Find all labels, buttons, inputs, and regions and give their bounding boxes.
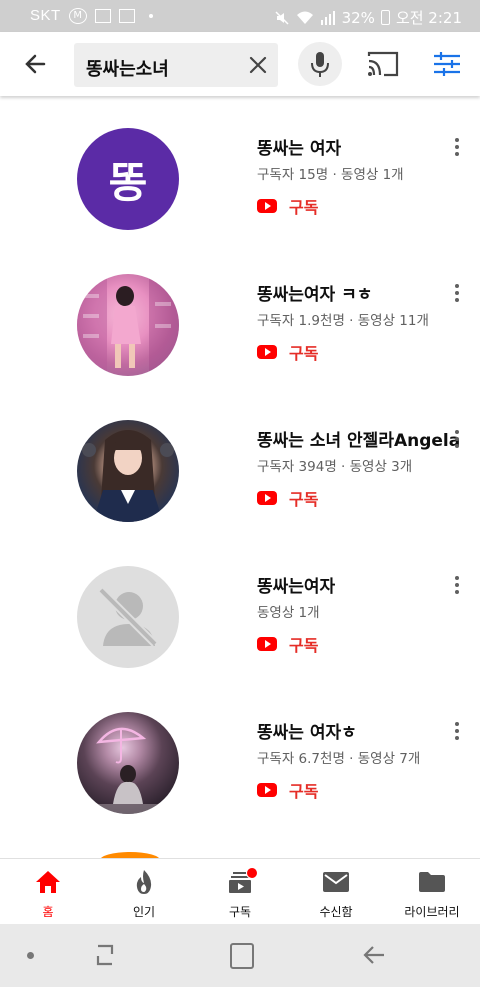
person-photo-image: [82, 430, 174, 522]
search-input[interactable]: 똥싸는소녀: [74, 43, 278, 87]
search-query: 똥싸는소녀: [86, 59, 169, 80]
new-content-badge: [246, 867, 258, 879]
signal-icon: [320, 10, 335, 25]
nav-inbox[interactable]: 수신함: [288, 869, 384, 920]
channel-title[interactable]: 똥싸는 소녀 안젤라Angela: [257, 426, 460, 451]
channel-avatar[interactable]: [77, 566, 179, 668]
youtube-logo-icon: [257, 783, 277, 797]
avatar-letter: 똥: [108, 157, 148, 207]
search-header: 똥싸는소녀: [0, 32, 480, 96]
subscribe-button[interactable]: 구독: [257, 340, 318, 364]
channel-result-item[interactable]: 똥싸는 소녀 안젤라Angela 구독자 394명 · 동영상 3개 구독: [0, 416, 480, 562]
nav-home-label: 홈: [42, 905, 54, 919]
subscribe-label: 구독: [289, 198, 319, 217]
nav-subscriptions-label: 구독: [228, 905, 252, 919]
channel-avatar[interactable]: [77, 712, 179, 814]
subscribe-label: 구독: [289, 636, 319, 655]
channel-meta: 동영상 1개: [257, 605, 320, 621]
recent-apps-icon: [96, 944, 114, 966]
recent-apps-button[interactable]: [92, 942, 118, 968]
person-photo-image: [77, 274, 179, 376]
home-icon: [36, 871, 60, 893]
subscribe-button[interactable]: 구독: [257, 632, 318, 656]
voice-search-button[interactable]: [298, 42, 342, 86]
back-arrow-icon: [363, 946, 384, 964]
channel-title[interactable]: 똥싸는 여자: [257, 134, 341, 159]
channel-result-item[interactable]: 똥싸는여자 동영상 1개 구독: [0, 562, 480, 708]
app-notification-icon: M: [68, 7, 87, 24]
nav-home[interactable]: 홈: [0, 869, 96, 920]
cast-icon: [367, 51, 399, 77]
arrow-left-icon: [25, 54, 46, 74]
clock: 오전 2:21: [395, 9, 462, 27]
subscribe-label: 구독: [289, 344, 319, 363]
clear-search-button[interactable]: [246, 53, 270, 77]
nav-subscriptions[interactable]: 구독: [192, 867, 288, 920]
search-filter-button[interactable]: [432, 50, 462, 78]
channel-meta: 구독자 394명 · 동영상 3개: [257, 459, 413, 475]
library-folder-icon: [419, 872, 445, 892]
status-bar: SKT M 32% 오전 2:21: [0, 0, 480, 32]
subscribe-button[interactable]: 구독: [257, 778, 318, 802]
back-system-button[interactable]: [362, 942, 388, 968]
home-system-button[interactable]: [230, 943, 254, 969]
channel-result-item[interactable]: 똥싸는 여자ㅎ 구독자 6.7천명 · 동영상 7개 구독: [0, 708, 480, 854]
subscribe-label: 구독: [289, 490, 319, 509]
carrier-label: SKT: [30, 7, 61, 24]
more-options-button[interactable]: [447, 136, 467, 162]
clipboard-notification-icon: [118, 8, 135, 23]
youtube-logo-icon: [257, 491, 277, 505]
nav-trending[interactable]: 인기: [96, 869, 192, 920]
mute-icon: [275, 10, 289, 25]
inbox-mail-icon: [323, 872, 349, 892]
more-options-button[interactable]: [447, 428, 467, 454]
channel-meta: 구독자 15명 · 동영상 1개: [257, 167, 404, 183]
close-icon: [249, 56, 267, 74]
channel-title[interactable]: 똥싸는여자 ㅋㅎ: [257, 280, 372, 305]
channel-meta: 구독자 6.7천명 · 동영상 7개: [257, 751, 421, 767]
neon-umbrella-photo-image: [87, 727, 169, 814]
nav-inbox-label: 수신함: [319, 905, 353, 919]
battery-percent: 32%: [341, 8, 375, 27]
youtube-logo-icon: [257, 637, 277, 651]
wifi-icon: [296, 11, 313, 24]
system-navigation-bar: [0, 924, 480, 987]
nav-library[interactable]: 라이브러리: [384, 869, 480, 920]
microphone-icon: [311, 52, 329, 77]
channel-result-item[interactable]: 똥 똥싸는 여자 구독자 15명 · 동영상 1개 구독: [0, 124, 480, 270]
youtube-logo-icon: [257, 345, 277, 359]
more-options-button[interactable]: [447, 574, 467, 600]
trending-flame-icon: [136, 870, 152, 894]
back-button[interactable]: [18, 48, 54, 80]
channel-result-item[interactable]: 똥싸는여자 ㅋㅎ 구독자 1.9천명 · 동영상 11개 구독: [0, 270, 480, 416]
subscribe-button[interactable]: 구독: [257, 194, 318, 218]
more-notifications-icon: [148, 13, 153, 18]
nav-library-label: 라이브러리: [404, 905, 460, 919]
bottom-navigation: 홈 인기 구독 수신함 라이브러리: [0, 858, 480, 925]
no-profile-photo-icon: [98, 587, 158, 647]
subscribe-button[interactable]: 구독: [257, 486, 318, 510]
channel-avatar[interactable]: [77, 274, 179, 376]
image-notification-icon: [94, 8, 111, 23]
battery-icon: [380, 10, 390, 25]
more-options-button[interactable]: [447, 720, 467, 746]
subscribe-label: 구독: [289, 782, 319, 801]
channel-meta: 구독자 1.9천명 · 동영상 11개: [257, 313, 429, 329]
channel-title[interactable]: 똥싸는여자: [257, 572, 335, 597]
channel-avatar[interactable]: [77, 420, 179, 522]
filter-sliders-icon: [434, 52, 460, 76]
nav-bar-dot[interactable]: [27, 952, 34, 959]
channel-title[interactable]: 똥싸는 여자ㅎ: [257, 718, 357, 743]
nav-trending-label: 인기: [132, 905, 156, 919]
channel-avatar[interactable]: 똥: [77, 128, 179, 230]
cast-button[interactable]: [366, 50, 400, 78]
youtube-logo-icon: [257, 199, 277, 213]
more-options-button[interactable]: [447, 282, 467, 308]
